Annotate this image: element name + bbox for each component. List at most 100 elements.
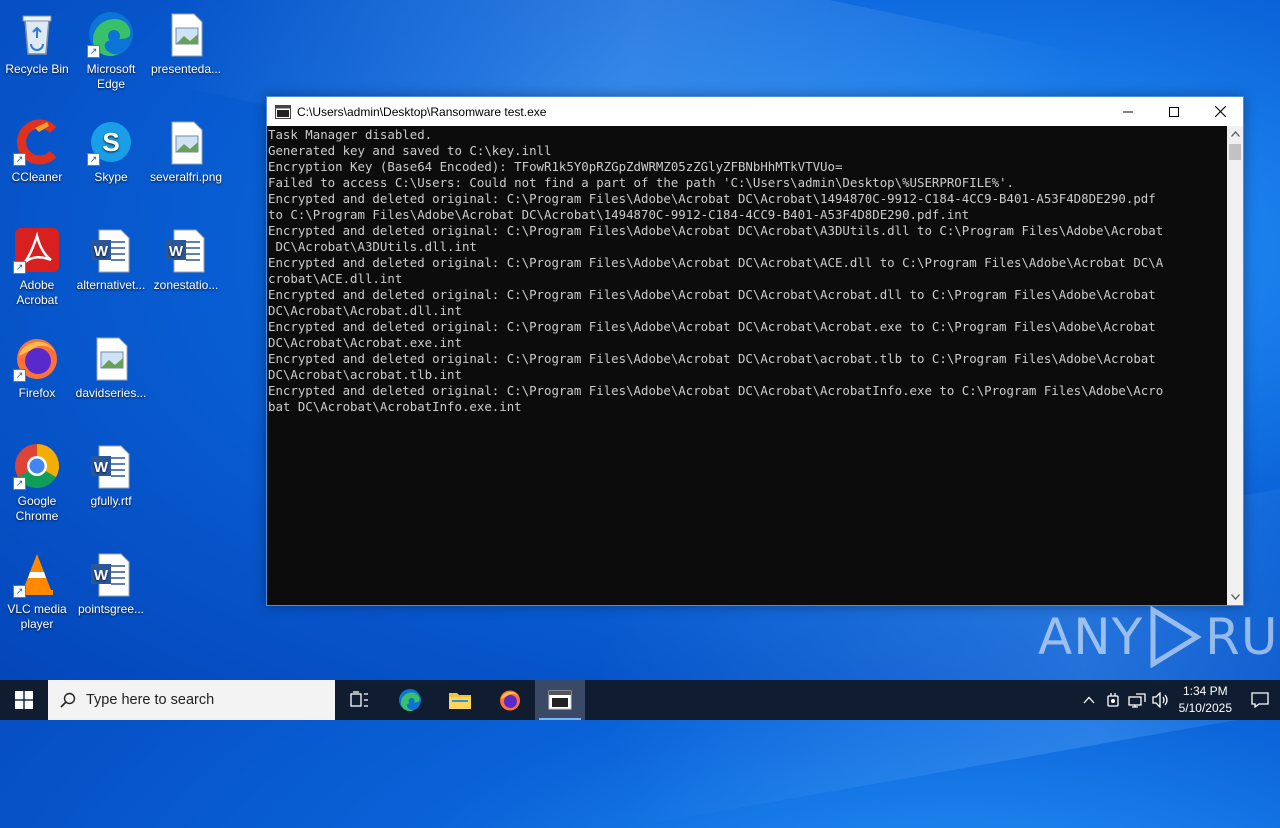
system-tray: 1:34 PM 5/10/2025 <box>1077 680 1280 720</box>
scroll-up-button[interactable] <box>1227 126 1243 142</box>
desktop-icon-label: Recycle Bin <box>5 62 69 76</box>
search-icon <box>60 692 76 708</box>
watermark-left: ANY <box>1038 608 1144 666</box>
desktop-icon-vlc[interactable]: ↗ VLC media player <box>1 546 73 632</box>
window-title: C:\Users\admin\Desktop\Ransomware test.e… <box>297 104 547 119</box>
desktop-icon-firefox[interactable]: ↗ Firefox <box>1 330 73 401</box>
scrollbar-thumb[interactable] <box>1229 144 1241 160</box>
desktop-icon-label: gfully.rtf <box>90 494 132 508</box>
usb-device-icon <box>1106 693 1119 707</box>
desktop-icon-png[interactable]: severalfri.png <box>150 114 222 185</box>
tray-volume-button[interactable] <box>1149 680 1173 720</box>
console-line: bat DC\Acrobat\AcrobatInfo.exe.int <box>268 399 522 414</box>
desktop-icon-label: severalfri.png <box>150 170 223 184</box>
image-file-icon <box>162 10 210 58</box>
play-logo-icon <box>1150 606 1202 668</box>
console-line: DC\Acrobat\acrobat.tlb.int <box>268 367 462 382</box>
console-line: Encrypted and deleted original: C:\Progr… <box>268 319 1156 334</box>
console-output[interactable]: Task Manager disabled. Generated key and … <box>267 126 1227 605</box>
desktop-icon-image-file[interactable]: davidseries... <box>75 330 147 401</box>
close-button[interactable] <box>1197 97 1243 126</box>
desktop-icon-adobe-acrobat[interactable]: ↗ Adobe Acrobat <box>1 222 73 308</box>
desktop-icon-label: Google Chrome <box>15 494 59 523</box>
google-chrome-icon: ↗ <box>13 442 61 490</box>
recycle-bin-icon <box>13 10 61 58</box>
taskbar: Type here to search 1:34 PM 5/10/2025 <box>0 680 1280 720</box>
word-document-icon: W <box>87 226 135 274</box>
skype-icon: S ↗ <box>87 118 135 166</box>
clock-date: 5/10/2025 <box>1178 701 1232 715</box>
desktop-icon-label: Microsoft Edge <box>86 62 136 91</box>
watermark-right: RUN <box>1205 608 1280 666</box>
desktop-icon-label: CCleaner <box>11 170 63 184</box>
taskbar-console-app[interactable] <box>535 680 585 720</box>
console-line: DC\Acrobat\Acrobat.dll.int <box>268 303 462 318</box>
desktop-icon-recycle-bin[interactable]: Recycle Bin <box>1 6 73 77</box>
svg-text:S: S <box>102 127 119 157</box>
folder-icon <box>449 693 471 709</box>
ccleaner-icon: ↗ <box>13 118 61 166</box>
task-view-icon <box>350 691 368 707</box>
desktop-icon-image-file-2[interactable]: presenteda... <box>150 6 222 77</box>
desktop-icon-skype[interactable]: S ↗ Skype <box>75 114 147 185</box>
image-file-icon <box>162 118 210 166</box>
svg-text:W: W <box>169 243 184 260</box>
image-file-icon <box>87 334 135 382</box>
console-line: Encrypted and deleted original: C:\Progr… <box>268 255 1164 270</box>
notification-center-button[interactable] <box>1240 680 1280 720</box>
chevron-up-icon <box>1083 696 1095 704</box>
desktop-icon-word-doc[interactable]: W alternativet... <box>75 222 147 293</box>
task-view-button[interactable] <box>335 680 385 720</box>
taskbar-firefox[interactable] <box>485 680 535 720</box>
edge-icon <box>399 689 421 712</box>
start-button[interactable] <box>0 680 48 720</box>
desktop-icon-microsoft-edge[interactable]: ↗ Microsoft Edge <box>75 6 147 92</box>
desktop-icon-label: zonestatio... <box>153 278 219 292</box>
taskbar-file-explorer[interactable] <box>435 680 485 720</box>
console-window[interactable]: C:\Users\admin\Desktop\Ransomware test.e… <box>266 96 1244 606</box>
desktop-icon-google-chrome[interactable]: ↗ Google Chrome <box>1 438 73 524</box>
desktop-icon-label: alternativet... <box>76 278 146 292</box>
tray-device-button[interactable] <box>1101 680 1125 720</box>
network-icon <box>1127 693 1146 708</box>
console-app-icon <box>275 104 291 119</box>
tray-overflow-button[interactable] <box>1077 680 1101 720</box>
anyrun-watermark: ANY RUN <box>1038 606 1280 668</box>
maximize-button[interactable] <box>1151 97 1197 126</box>
shortcut-arrow-icon: ↗ <box>13 261 26 274</box>
desktop-icon-rtf[interactable]: W gfully.rtf <box>75 438 147 509</box>
vlc-cone-icon: ↗ <box>13 550 61 598</box>
shortcut-arrow-icon: ↗ <box>87 153 100 166</box>
tray-network-button[interactable] <box>1125 680 1149 720</box>
edge-icon: ↗ <box>87 10 135 58</box>
taskbar-clock[interactable]: 1:34 PM 5/10/2025 <box>1179 683 1232 717</box>
taskbar-edge[interactable] <box>385 680 435 720</box>
desktop-icon-label: davidseries... <box>75 386 147 400</box>
taskbar-search-box[interactable]: Type here to search <box>48 680 335 720</box>
shortcut-arrow-icon: ↗ <box>13 477 26 490</box>
console-line: to C:\Program Files\Adobe\Acrobat DC\Acr… <box>268 207 970 222</box>
console-line: Task Manager disabled. <box>268 127 433 142</box>
close-icon <box>1214 106 1226 117</box>
console-line: Encrypted and deleted original: C:\Progr… <box>268 287 1156 302</box>
desktop-icon-ccleaner[interactable]: ↗ CCleaner <box>1 114 73 185</box>
search-placeholder: Type here to search <box>86 692 215 708</box>
firefox-icon <box>500 690 520 711</box>
desktop-icon-word-doc-2[interactable]: W pointsgree... <box>75 546 147 617</box>
minimize-button[interactable] <box>1105 97 1151 126</box>
window-titlebar[interactable]: C:\Users\admin\Desktop\Ransomware test.e… <box>267 97 1243 126</box>
vertical-scrollbar[interactable] <box>1227 126 1243 605</box>
windows-logo-icon <box>15 691 33 709</box>
desktop-icon-label: Adobe Acrobat <box>16 278 58 307</box>
svg-text:W: W <box>94 459 109 476</box>
scroll-down-button[interactable] <box>1227 589 1243 605</box>
console-line: Encrypted and deleted original: C:\Progr… <box>268 191 1156 206</box>
word-document-icon: W <box>162 226 210 274</box>
console-line: crobat\ACE.dll.int <box>268 271 403 286</box>
word-document-icon: W <box>87 550 135 598</box>
clock-time: 1:34 PM <box>1182 684 1228 698</box>
console-line: Generated key and saved to C:\key.inll <box>268 143 552 158</box>
desktop-icon-label: Skype <box>94 170 128 184</box>
console-line: Encrypted and deleted original: C:\Progr… <box>268 383 1164 398</box>
desktop-icon-word-doc-3[interactable]: W zonestatio... <box>150 222 222 293</box>
